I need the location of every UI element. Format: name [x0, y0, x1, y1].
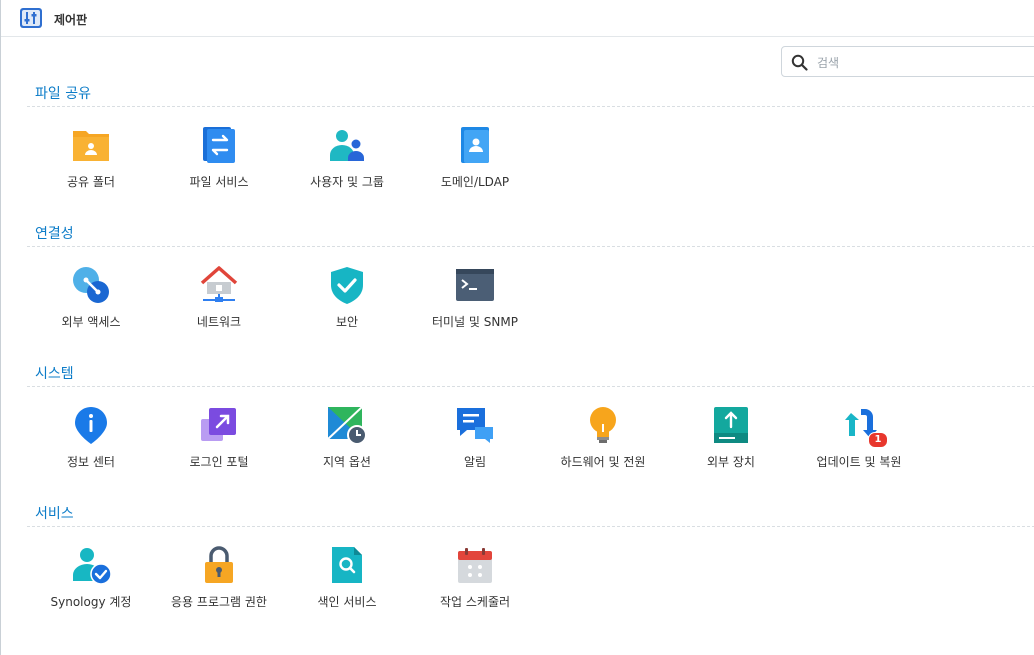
item-task-scheduler[interactable]: 작업 스케줄러: [411, 541, 539, 617]
item-label: 지역 옵션: [323, 455, 371, 469]
task-scheduler-icon: [458, 548, 492, 583]
item-network[interactable]: 네트워크: [155, 261, 283, 337]
item-notification[interactable]: 알림: [411, 401, 539, 477]
item-label: 업데이트 및 복원: [816, 455, 902, 469]
item-login-portal[interactable]: 로그인 포털: [155, 401, 283, 477]
section-file-sharing: 파일 공유 공유 폴더 파일 서비스 사용자 및 그룹 도메인/LDAP: [27, 84, 1034, 207]
item-label: 외부 장치: [707, 455, 755, 469]
item-external-access[interactable]: 외부 액세스: [27, 261, 155, 337]
control-panel-window: 제어판 파일 공유 공유 폴더: [0, 0, 1034, 655]
item-label: 터미널 및 SNMP: [432, 315, 518, 329]
control-panel-app-icon: [20, 8, 42, 28]
section-title: 서비스: [27, 504, 1034, 527]
search-input[interactable]: [815, 53, 1019, 73]
shared-folder-icon: [73, 131, 109, 161]
section-system: 시스템 정보 센터 로그인 포털 지역 옵션 알림 하드웨어 및 전원 외부 장…: [27, 364, 1034, 487]
item-label: 로그인 포털: [189, 455, 249, 469]
update-count-badge: 1: [868, 432, 888, 448]
window-title: 제어판: [54, 13, 88, 27]
domain-ldap-icon: [461, 127, 489, 163]
item-label: 공유 폴더: [67, 175, 115, 189]
network-icon: [200, 266, 238, 302]
section-title: 연결성: [27, 224, 1034, 247]
item-label: 작업 스케줄러: [439, 595, 511, 609]
item-label: 정보 센터: [67, 455, 115, 469]
item-shared-folder[interactable]: 공유 폴더: [27, 121, 155, 197]
external-access-icon: [73, 267, 109, 303]
section-title: 시스템: [27, 364, 1034, 387]
item-label: 외부 액세스: [61, 315, 121, 329]
section-title: 파일 공유: [27, 84, 1034, 107]
item-terminal-snmp[interactable]: 터미널 및 SNMP: [411, 261, 539, 337]
item-user-group[interactable]: 사용자 및 그룹: [283, 121, 411, 197]
item-indexing-service[interactable]: 색인 서비스: [283, 541, 411, 617]
item-domain-ldap[interactable]: 도메인/LDAP: [411, 121, 539, 197]
section-services: 서비스 Synology 계정 응용 프로그램 권한 색인 서비스 작업 스케줄…: [27, 504, 1034, 627]
item-update-restore[interactable]: 1 업데이트 및 복원: [795, 401, 923, 477]
item-label: 하드웨어 및 전원: [560, 455, 646, 469]
info-center-icon: [75, 407, 107, 444]
item-security[interactable]: 보안: [283, 261, 411, 337]
item-label: 응용 프로그램 권한: [171, 595, 267, 609]
title-bar: 제어판: [1, 0, 1034, 37]
external-devices-icon: [714, 407, 748, 443]
file-services-icon: [203, 127, 235, 163]
hardware-power-icon: [590, 407, 616, 443]
application-privileges-icon: [205, 546, 233, 583]
item-label: 알림: [463, 455, 487, 469]
item-info-center[interactable]: 정보 센터: [27, 401, 155, 477]
item-label: 도메인/LDAP: [440, 175, 510, 189]
item-synology-account[interactable]: Synology 계정: [27, 541, 155, 617]
search-box[interactable]: [781, 46, 1034, 77]
notification-icon: [457, 408, 493, 443]
item-label: Synology 계정: [50, 595, 132, 609]
login-portal-icon: [201, 408, 236, 441]
user-group-icon: [330, 130, 364, 161]
indexing-service-icon: [332, 547, 362, 583]
item-hardware-power[interactable]: 하드웨어 및 전원: [539, 401, 667, 477]
item-label: 네트워크: [196, 315, 242, 329]
item-external-devices[interactable]: 외부 장치: [667, 401, 795, 477]
item-label: 사용자 및 그룹: [310, 175, 384, 189]
item-application-privileges[interactable]: 응용 프로그램 권한: [155, 541, 283, 617]
item-regional-options[interactable]: 지역 옵션: [283, 401, 411, 477]
terminal-icon: [456, 269, 494, 301]
search-icon: [791, 54, 808, 71]
item-label: 파일 서비스: [189, 175, 249, 189]
section-connectivity: 연결성 외부 액세스 네트워크 보안 터미널 및 SNMP: [27, 224, 1034, 347]
item-label: 색인 서비스: [317, 595, 377, 609]
synology-account-icon: [73, 548, 111, 585]
item-label: 보안: [335, 315, 359, 329]
item-file-services[interactable]: 파일 서비스: [155, 121, 283, 197]
security-shield-icon: [331, 267, 363, 304]
regional-options-icon: [327, 406, 367, 445]
